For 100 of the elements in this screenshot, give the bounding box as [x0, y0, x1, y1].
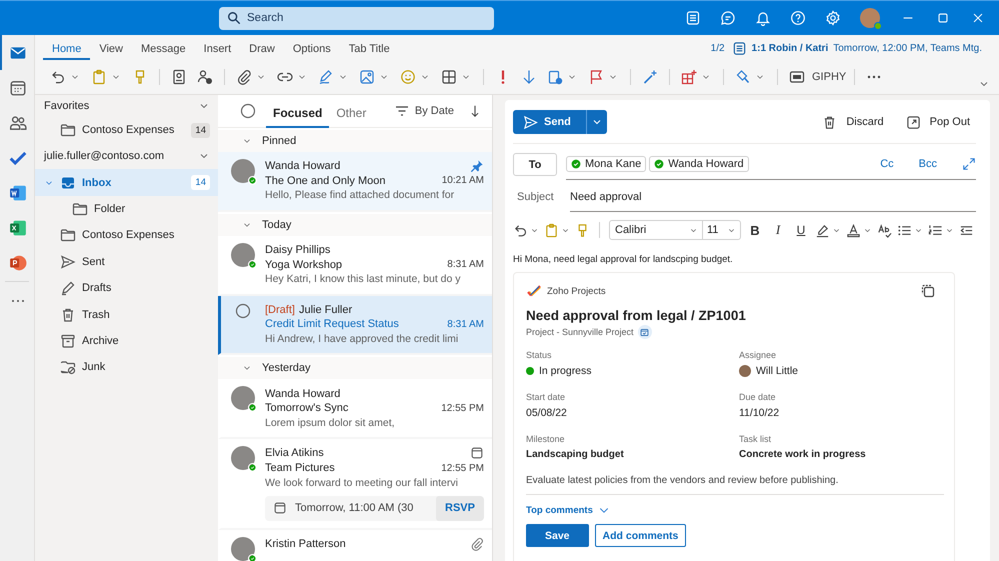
discard-button[interactable]: Discard	[822, 114, 884, 130]
draft-label: [Draft]	[265, 304, 295, 316]
add-comments-button[interactable]: Add comments	[594, 524, 686, 547]
send-options-button[interactable]	[586, 110, 607, 134]
select-all-icon[interactable]	[240, 103, 256, 119]
undo-icon[interactable]	[50, 68, 66, 84]
folder-item[interactable]: Drafts	[35, 274, 218, 302]
message-item[interactable]: Wanda Howard The One and Only Moon 10:21 AM Hello, Please find attached document for	[218, 152, 492, 212]
flag-icon[interactable]	[588, 68, 604, 84]
to-button[interactable]: To	[513, 153, 557, 176]
sender-name: Daisy Phillips	[265, 244, 330, 256]
ribbon-tab[interactable]: Tab Title	[340, 38, 399, 60]
message-item[interactable]: [Draft] Julie Fuller Credit Limit Request Status 8:31 AM Hi Andrew, I have approved the credit limi	[218, 296, 492, 356]
field-label: Task list	[739, 434, 772, 444]
apps-icon[interactable]	[681, 68, 697, 84]
field-label: Start date	[526, 392, 566, 402]
message-preview: Hey Katri, I know this last minute, but do y	[265, 273, 461, 286]
ribbon-tab[interactable]: Options	[284, 38, 340, 60]
paperclip-icon[interactable]	[236, 68, 252, 84]
inbox-tab[interactable]: Other	[329, 98, 374, 128]
message-preview: Hello, Please find attached document for	[265, 189, 454, 202]
inbox-tab[interactable]: Focused	[266, 98, 330, 128]
section-header[interactable]: julie.fuller@contoso.com	[35, 143, 218, 170]
message-subject: Team Pictures	[265, 462, 335, 474]
emoji-icon[interactable]	[400, 68, 416, 84]
bell-icon[interactable]	[755, 10, 771, 26]
folder-item[interactable]: Contoso Expenses 14	[35, 117, 218, 144]
subject-field[interactable]: Need approval	[570, 182, 976, 212]
arrow-down-icon[interactable]	[521, 68, 537, 84]
numbering-icon[interactable]	[928, 222, 943, 238]
contact-card-icon[interactable]	[171, 68, 187, 84]
search-field[interactable]: Search	[219, 6, 494, 30]
meeting-title[interactable]: 1:1 Robin / Katri	[752, 43, 828, 54]
field-value: Concrete work in progress	[739, 449, 866, 460]
copy-icon[interactable]	[920, 283, 936, 299]
recipient-chip[interactable]: Wanda Howard	[649, 156, 749, 172]
rsvp-button[interactable]: RSVP	[436, 496, 484, 521]
italic-button[interactable]: I	[769, 222, 787, 238]
field-label: Due date	[739, 392, 777, 402]
group-header[interactable]: Today	[218, 214, 492, 236]
font-size-dropdown[interactable]: 11	[703, 221, 740, 239]
notes-icon[interactable]	[685, 10, 701, 26]
font-dropdown[interactable]: Calibri	[610, 221, 703, 239]
ribbon-tab[interactable]: View	[90, 38, 132, 60]
folder-item[interactable]: Inbox 14	[35, 169, 218, 196]
sort-button[interactable]: By Date	[394, 103, 454, 119]
save-button[interactable]: Save	[526, 524, 589, 547]
folder-item[interactable]: Sent	[35, 248, 218, 275]
group-header[interactable]: Yesterday	[218, 357, 492, 380]
ribbon-tab[interactable]: Insert	[194, 38, 240, 60]
settings-icon[interactable]	[825, 10, 841, 26]
ribbon-tab[interactable]: Home	[43, 38, 90, 60]
highlighter-icon[interactable]	[815, 222, 830, 238]
field-value: Landscaping budget	[526, 449, 624, 460]
expand-icon[interactable]	[962, 157, 976, 171]
folder-item[interactable]: Trash	[35, 301, 218, 328]
cc-link[interactable]: Cc	[880, 158, 894, 170]
close-icon[interactable]	[971, 11, 985, 25]
folder-item[interactable]: Junk	[35, 354, 218, 381]
section-header[interactable]: Favorites	[35, 95, 218, 117]
paintbrush-icon[interactable]	[735, 68, 751, 84]
help-icon[interactable]	[790, 10, 806, 26]
paste-icon[interactable]	[544, 222, 559, 238]
people-check-icon[interactable]	[197, 68, 213, 84]
calendar-icon[interactable]	[638, 325, 652, 339]
paste-icon[interactable]	[91, 68, 107, 84]
folder-item[interactable]: Contoso Expenses	[35, 222, 218, 249]
top-comments-toggle[interactable]: Top comments	[526, 504, 610, 516]
clipboard-icon[interactable]	[547, 68, 563, 84]
select-circle-icon[interactable]	[235, 302, 251, 319]
chat-icon[interactable]	[720, 10, 736, 26]
pop-out-icon	[906, 114, 921, 130]
message-preview: Lorem ipsum dolor sit amet,	[265, 416, 395, 429]
subject-label: Subject	[517, 191, 555, 203]
pop-out-button[interactable]: Pop Out	[906, 114, 970, 130]
folder-item[interactable]: Archive	[35, 328, 218, 354]
font-color-icon[interactable]	[846, 222, 861, 238]
more-icon[interactable]	[866, 74, 882, 78]
giphy-button[interactable]: GIPHY	[786, 68, 846, 84]
ribbon-tab[interactable]: Message	[132, 38, 195, 60]
ribbon-tab[interactable]: Draw	[240, 38, 284, 60]
presence-icon	[248, 260, 257, 269]
spelling-icon[interactable]	[877, 222, 892, 238]
card-subtitle: Project - Sunnyville Project	[526, 327, 634, 337]
presence-icon	[248, 463, 257, 472]
sender-name: Julie Fuller	[298, 304, 352, 316]
bold-button[interactable]: B	[746, 222, 764, 238]
underline-button[interactable]: U	[792, 223, 810, 237]
folder-item[interactable]: Folder	[35, 196, 218, 222]
pen-icon[interactable]	[318, 68, 334, 84]
group-header[interactable]: Pinned	[218, 130, 492, 152]
presence-icon	[248, 554, 257, 561]
recipient-chip[interactable]: Mona Kane	[566, 156, 646, 172]
send-button[interactable]: Send	[513, 110, 586, 134]
image-icon[interactable]	[359, 68, 375, 84]
table-icon[interactable]	[441, 68, 457, 84]
undo-icon[interactable]	[513, 222, 528, 238]
sparkle-icon[interactable]	[642, 68, 658, 84]
maximize-icon[interactable]	[936, 11, 950, 25]
bcc-link[interactable]: Bcc	[918, 158, 937, 170]
